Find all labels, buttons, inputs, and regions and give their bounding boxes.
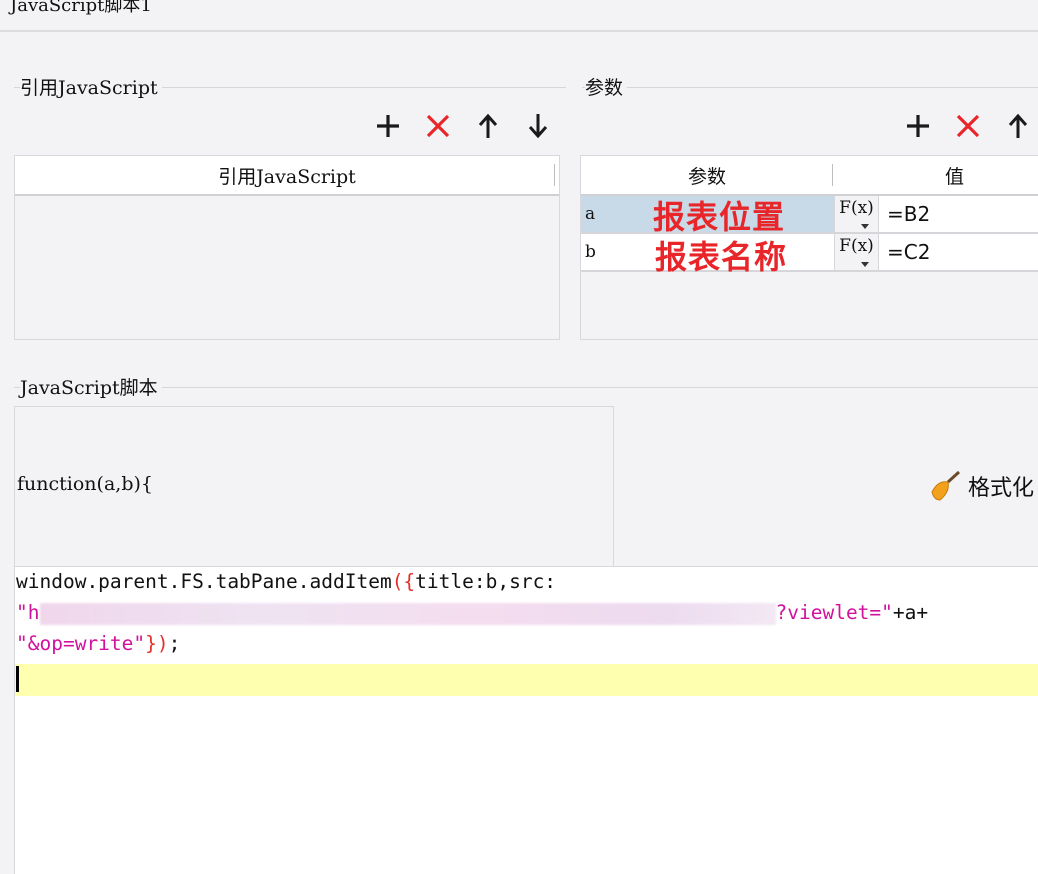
param-row-b[interactable]: b 报表名称 F(x) =C2 bbox=[581, 234, 1038, 276]
param-value-field[interactable]: =C2 bbox=[878, 234, 1038, 270]
params-table[interactable]: 参数 值 a 报表位置 F(x) =B2 b 报表名称 F(x) =C2 bbox=[580, 155, 1038, 340]
x-icon bbox=[426, 114, 450, 138]
code-token: h bbox=[27, 601, 40, 624]
code-line-1: window.parent.FS.tabPane.addItem({title:… bbox=[16, 566, 556, 598]
plus-icon bbox=[377, 115, 399, 137]
arrow-up-icon bbox=[478, 113, 498, 138]
param-name-cell[interactable]: a 报表位置 bbox=[581, 196, 834, 236]
code-token: ({ bbox=[391, 570, 416, 593]
ref-move-down-button[interactable] bbox=[521, 109, 555, 143]
broom-icon bbox=[931, 470, 961, 501]
code-line-2: "h ?viewlet="+a+ bbox=[16, 597, 928, 629]
params-header-row: 参数 值 bbox=[581, 156, 1038, 196]
fx-icon: F(x) bbox=[839, 236, 874, 256]
params-column-value[interactable]: 值 bbox=[833, 156, 1038, 194]
param-name: a bbox=[585, 204, 596, 224]
title-separator bbox=[0, 30, 1038, 32]
param-row-a[interactable]: a 报表位置 F(x) =B2 bbox=[581, 196, 1038, 236]
params-group-label: 参数 bbox=[585, 73, 628, 100]
plus-icon bbox=[907, 115, 929, 137]
code-token: ?viewlet=" bbox=[775, 601, 893, 624]
params-column-name[interactable]: 参数 bbox=[581, 156, 833, 194]
code-token: "&op=write" bbox=[16, 632, 146, 655]
format-button-label: 格式化 bbox=[968, 476, 1035, 501]
ref-delete-button[interactable] bbox=[421, 109, 455, 143]
format-button[interactable]: 格式化 bbox=[928, 470, 1034, 502]
code-token: +a+ bbox=[892, 601, 929, 624]
param-delete-button[interactable] bbox=[951, 109, 985, 143]
ref-js-list[interactable]: 引用JavaScript bbox=[14, 155, 560, 340]
formula-editor-button[interactable]: F(x) bbox=[834, 196, 878, 232]
column-separator bbox=[554, 164, 555, 186]
redacted-url bbox=[39, 602, 776, 625]
script-group-border bbox=[14, 387, 1038, 388]
x-icon bbox=[956, 114, 980, 138]
column-separator bbox=[832, 164, 833, 186]
param-name: b bbox=[585, 242, 596, 262]
params-group-border bbox=[582, 87, 1038, 88]
code-line-3: "&op=write"}); bbox=[16, 628, 180, 660]
arrow-up-icon bbox=[1008, 113, 1028, 138]
text-cursor bbox=[16, 666, 19, 692]
param-add-button[interactable] bbox=[901, 109, 935, 143]
code-token: window.parent.FS.tabPane.addItem bbox=[16, 570, 392, 593]
arrow-down-icon bbox=[528, 114, 548, 139]
code-token: }) bbox=[145, 632, 169, 655]
fx-icon: F(x) bbox=[839, 198, 874, 218]
chevron-down-icon bbox=[861, 224, 869, 229]
ref-add-button[interactable] bbox=[371, 109, 405, 143]
param-name-cell[interactable]: b 报表名称 bbox=[581, 234, 834, 276]
window-title: JavaScript脚本1 bbox=[10, 0, 152, 16]
current-line-highlight bbox=[15, 664, 1038, 696]
chevron-down-icon bbox=[861, 262, 869, 267]
params-column-value-label: 值 bbox=[945, 165, 965, 188]
param-value-field[interactable]: =B2 bbox=[878, 196, 1038, 232]
ref-move-up-button[interactable] bbox=[471, 109, 505, 143]
code-token: title:b,src: bbox=[415, 570, 557, 593]
param-move-up-button[interactable] bbox=[1001, 109, 1035, 143]
function-signature: function(a,b){ bbox=[17, 473, 153, 495]
formula-editor-button[interactable]: F(x) bbox=[834, 234, 878, 270]
script-group-label: JavaScript脚本 bbox=[20, 373, 162, 400]
ref-js-column-label: 引用JavaScript bbox=[218, 165, 356, 188]
code-token: " bbox=[16, 601, 28, 624]
params-column-name-label: 参数 bbox=[687, 165, 726, 188]
ref-group-label: 引用JavaScript bbox=[20, 73, 162, 100]
code-token: ; bbox=[168, 632, 181, 655]
ref-js-column-header[interactable]: 引用JavaScript bbox=[15, 156, 559, 196]
param-annotation: 报表名称 bbox=[655, 238, 788, 276]
function-signature-panel: function(a,b){ bbox=[14, 406, 614, 568]
